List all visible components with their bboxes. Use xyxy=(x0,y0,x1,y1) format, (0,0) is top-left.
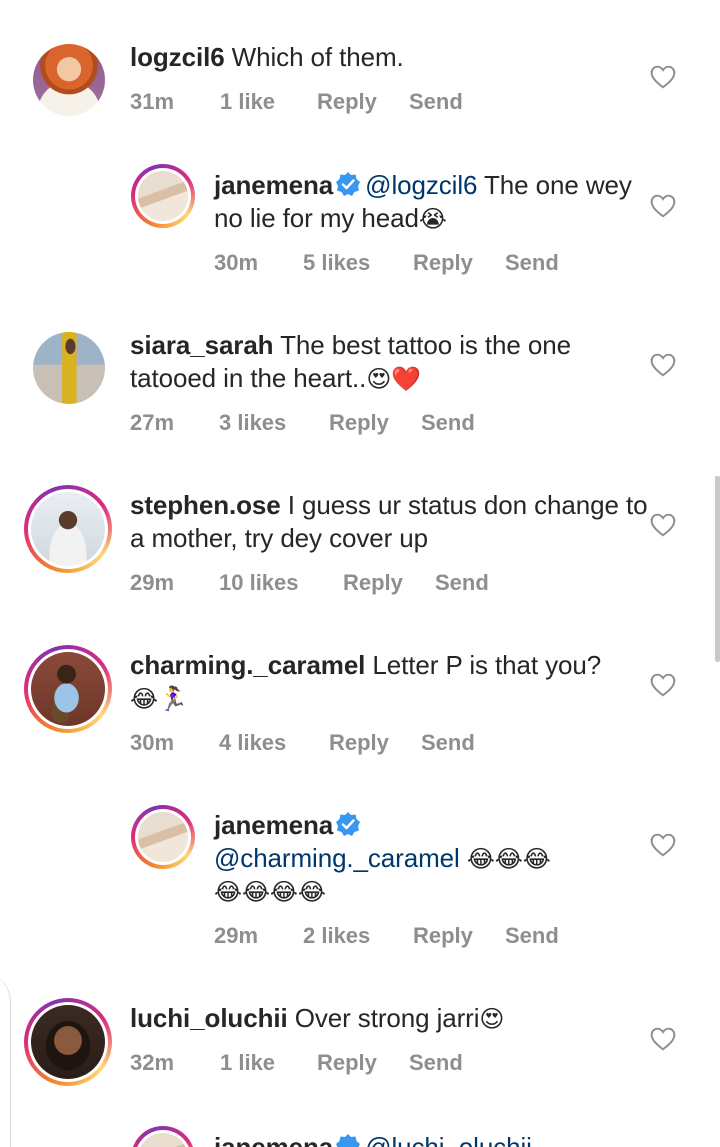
mention-link[interactable]: @luchi_oluchii xyxy=(365,1132,532,1147)
reply-button[interactable]: Reply xyxy=(329,410,389,436)
verified-badge-icon xyxy=(336,172,361,196)
username[interactable]: logzcil6 xyxy=(130,42,225,72)
reply-button[interactable]: Reply xyxy=(329,730,389,756)
emoji: 😭 xyxy=(418,206,447,233)
reply-button[interactable]: Reply xyxy=(343,570,403,596)
comment-body: logzcil6 Which of them. xyxy=(130,41,650,74)
avatar[interactable] xyxy=(131,805,195,869)
comment-text xyxy=(460,843,467,873)
reply-button[interactable]: Reply xyxy=(317,1050,377,1076)
comment-text: Which of them. xyxy=(224,42,404,72)
comment-body: stephen.ose I guess ur status don change… xyxy=(130,489,650,555)
timestamp: 29m xyxy=(214,923,259,948)
timestamp: 27m xyxy=(130,410,175,435)
comment-body: janemena @logzcil6 The one wey no lie for… xyxy=(214,169,634,235)
comment-body: siara_sarah The best tattoo is the one t… xyxy=(130,329,650,395)
comment-text: Over strong jarri xyxy=(287,1003,480,1033)
timestamp: 32m xyxy=(130,1050,175,1075)
timestamp: 31m xyxy=(130,89,175,114)
username[interactable]: janemena xyxy=(214,170,333,200)
likes-count[interactable]: 4 likes xyxy=(219,730,286,756)
reply-button[interactable]: Reply xyxy=(317,89,377,115)
verified-badge-icon xyxy=(336,812,361,836)
heart-outline-icon[interactable] xyxy=(650,833,676,857)
heart-outline-icon[interactable] xyxy=(650,353,676,377)
comment-body: luchi_oluchii Over strong jarri😍 xyxy=(130,1002,650,1035)
comments-screen: logzcil6 Which of them. 31m 1 like Reply… xyxy=(0,0,720,1147)
likes-count[interactable]: 1 like xyxy=(220,1050,275,1076)
screen-edge xyxy=(0,972,11,1147)
send-button[interactable]: Send xyxy=(421,410,475,436)
likes-count[interactable]: 5 likes xyxy=(303,250,370,276)
emoji: 😍 xyxy=(479,1006,505,1033)
heart-outline-icon[interactable] xyxy=(650,673,676,697)
likes-count[interactable]: 10 likes xyxy=(219,570,299,596)
send-button[interactable]: Send xyxy=(505,923,559,949)
username[interactable]: janemena xyxy=(214,1132,333,1147)
comment-text: Letter P is that you? xyxy=(365,650,602,680)
emoji: 😂🏃‍♀️ xyxy=(130,686,188,713)
avatar[interactable] xyxy=(33,332,105,404)
avatar[interactable] xyxy=(131,1126,195,1147)
heart-outline-icon[interactable] xyxy=(650,65,676,89)
avatar[interactable] xyxy=(24,485,112,573)
username[interactable]: charming._caramel xyxy=(130,650,365,680)
likes-count[interactable]: 1 like xyxy=(220,89,275,115)
reply-button[interactable]: Reply xyxy=(413,250,473,276)
scrollbar[interactable] xyxy=(715,476,720,662)
avatar[interactable] xyxy=(131,164,195,228)
timestamp: 30m xyxy=(130,730,175,755)
mention-link[interactable]: @charming._caramel xyxy=(214,843,460,873)
send-button[interactable]: Send xyxy=(421,730,475,756)
avatar[interactable] xyxy=(24,645,112,733)
timestamp: 30m xyxy=(214,250,259,275)
verified-badge-icon xyxy=(336,1134,361,1147)
send-button[interactable]: Send xyxy=(505,250,559,276)
reply-button[interactable]: Reply xyxy=(413,923,473,949)
mention-link[interactable]: @logzcil6 xyxy=(365,170,477,200)
heart-outline-icon[interactable] xyxy=(650,513,676,537)
heart-outline-icon[interactable] xyxy=(650,1027,676,1051)
likes-count[interactable]: 2 likes xyxy=(303,923,370,949)
username[interactable]: stephen.ose xyxy=(130,490,281,520)
comment-body: charming._caramel Letter P is that you? 😂… xyxy=(130,649,650,715)
avatar[interactable] xyxy=(24,998,112,1086)
emoji: 😍❤️ xyxy=(366,366,422,393)
send-button[interactable]: Send xyxy=(409,89,463,115)
likes-count[interactable]: 3 likes xyxy=(219,410,286,436)
send-button[interactable]: Send xyxy=(409,1050,463,1076)
username[interactable]: luchi_oluchii xyxy=(130,1003,288,1033)
comment-body: janemena @luchi_oluchii xyxy=(214,1131,634,1147)
avatar[interactable] xyxy=(33,44,105,116)
send-button[interactable]: Send xyxy=(435,570,489,596)
username[interactable]: janemena xyxy=(214,810,333,840)
username[interactable]: siara_sarah xyxy=(130,330,274,360)
comment-body: janemena@charming._caramel 😂😂😂😂😂😂😂 xyxy=(214,809,574,908)
timestamp: 29m xyxy=(130,570,175,595)
heart-outline-icon[interactable] xyxy=(650,194,676,218)
